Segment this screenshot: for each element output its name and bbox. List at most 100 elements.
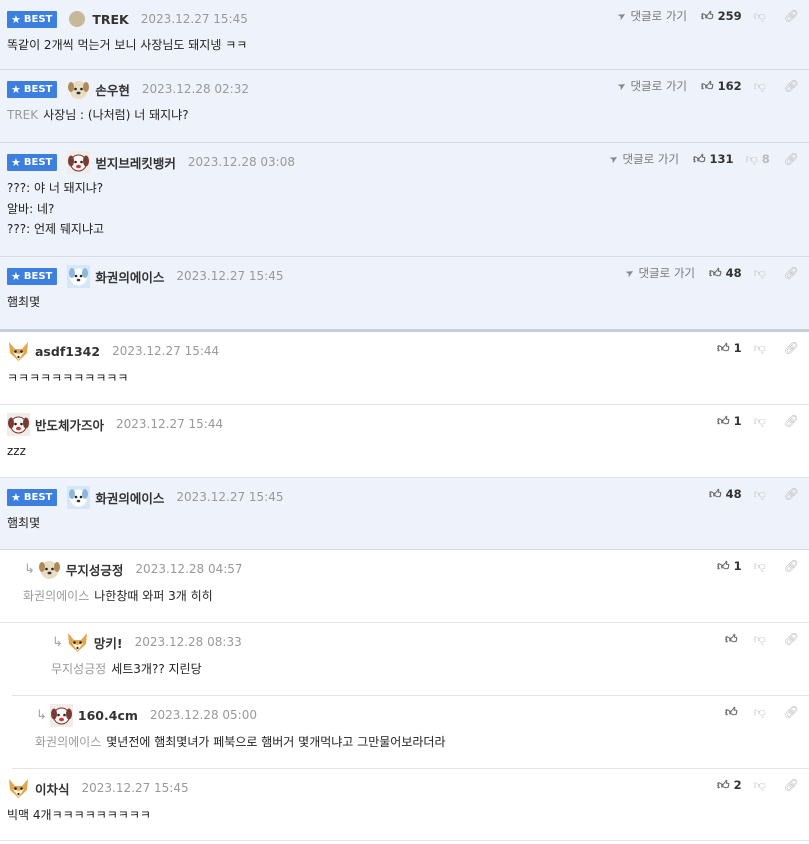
go-to-reply-link[interactable]: ➤ 댓글로 가기 [615, 8, 687, 24]
dislike-button[interactable]: 👎︎ [754, 79, 770, 94]
avatar[interactable] [67, 78, 90, 101]
author-nickname[interactable]: TREK [92, 12, 128, 27]
mention-tag[interactable]: 화권의에이스 [35, 735, 101, 749]
link-icon[interactable]: 🔗︎ [784, 9, 799, 23]
author-nickname[interactable]: 망키! [94, 633, 123, 652]
go-to-reply-link[interactable]: ➤ 댓글로 가기 [623, 265, 695, 281]
avatar[interactable] [69, 11, 86, 27]
mention-tag[interactable]: TREK [7, 108, 38, 122]
reply-item: ↳ 160.4cm 2023.12.28 05:00 👍︎ 👎︎ 🔗︎ 화권의에이스 몇년전에… [12, 696, 809, 769]
avatar[interactable] [49, 703, 73, 727]
like-count: 2 [733, 778, 742, 792]
comment-actions: 👍︎ 1 👎︎ 🔗︎ [717, 339, 799, 357]
comment-item: ★ BEST 화권의에이스 2023.12.27 15:45 ➤ 댓글로 가기 👍︎ 48 👎︎… [0, 257, 809, 332]
send-arrow-icon: ➤ [615, 79, 629, 93]
link-icon[interactable]: 🔗︎ [784, 414, 799, 428]
like-count: 48 [725, 487, 742, 501]
dislike-button[interactable]: 👎︎ [754, 341, 770, 356]
dislike-button[interactable]: 👎︎ [754, 632, 770, 647]
author-nickname[interactable]: 이차식 [35, 779, 70, 798]
link-icon[interactable]: 🔗︎ [784, 79, 799, 93]
author-nickname[interactable]: 벋지브레킷뱅커 [95, 153, 176, 172]
author-nickname[interactable]: 160.4cm [78, 708, 138, 723]
go-to-reply-link[interactable]: ➤ 댓글로 가기 [608, 151, 679, 167]
avatar[interactable] [67, 485, 91, 509]
dislike-button[interactable]: 👎︎ [754, 487, 770, 502]
comment-line: 똑같이 2개씩 먹는거 보니 사장님도 돼지넹 ㅋㅋ [7, 38, 248, 52]
avatar[interactable] [38, 558, 61, 581]
comment-actions: ➤ 댓글로 가기 👍︎ 162 👎︎ 🔗︎ [615, 77, 799, 95]
best-badge: ★ BEST [7, 267, 58, 285]
comment-item: ★ BEST 벋지브레킷뱅커 2023.12.28 03:08 ➤ 댓글로 가기 👍︎ 131… [0, 143, 809, 257]
like-button[interactable]: 👍︎ 259 [701, 9, 742, 24]
comment-line: 화권의에이스 몇년전에 햄최몇녀가 페북으로 햄버거 몇개먹냐고 그만물어보라더라 [35, 735, 446, 749]
comment-header: ★ BEST 손우현 2023.12.28 02:32 [7, 79, 249, 99]
like-button[interactable]: 👍︎ 1 [717, 559, 742, 574]
author-nickname[interactable]: 손우현 [95, 80, 130, 99]
comment-body: 똑같이 2개씩 먹는거 보니 사장님도 돼지넹 ㅋㅋ [7, 35, 247, 56]
like-button[interactable]: 👍︎ 1 [717, 414, 742, 429]
best-badge: ★ BEST [7, 488, 58, 506]
comment-line: 무지성긍정 세트3개?? 지린당 [51, 662, 202, 676]
author-nickname[interactable]: 화권의에이스 [95, 267, 164, 286]
avatar[interactable] [7, 340, 30, 363]
thumbs-down-icon: 👎︎ [745, 151, 758, 166]
avatar[interactable] [7, 777, 30, 800]
like-button[interactable]: 👍︎ [725, 632, 742, 647]
avatar[interactable] [67, 150, 91, 174]
comment-date: 2023.12.27 15:44 [116, 417, 224, 431]
star-icon: ★ [11, 155, 21, 169]
avatar[interactable] [67, 264, 91, 288]
comment-header: ↳ 160.4cm 2023.12.28 05:00 [36, 703, 257, 727]
like-button[interactable]: 👍︎ 2 [717, 778, 742, 793]
link-icon[interactable]: 🔗︎ [784, 152, 799, 166]
send-arrow-icon: ➤ [623, 266, 637, 280]
comment-body: 햄최몇 [7, 513, 40, 534]
comment-header: 이차식 2023.12.27 15:45 [7, 778, 189, 798]
dislike-button[interactable]: 👎︎ [754, 9, 770, 24]
avatar[interactable] [7, 412, 30, 436]
comment-body: 햄최몇 [7, 292, 40, 313]
like-button[interactable]: 👍︎ 48 [709, 487, 742, 502]
thumbs-down-icon: 👎︎ [753, 8, 766, 23]
go-to-reply-link[interactable]: ➤ 댓글로 가기 [615, 78, 687, 94]
reply-item: ↳ 무지성긍정 2023.12.28 04:57 👍︎ 1 👎︎ 🔗︎ 화권의에이스 나한창때 … [0, 550, 809, 623]
link-icon[interactable]: 🔗︎ [784, 341, 799, 355]
comment-actions: 👍︎ 2 👎︎ 🔗︎ [717, 776, 799, 794]
link-icon[interactable]: 🔗︎ [784, 559, 799, 573]
dislike-button[interactable]: 👎︎ [754, 414, 770, 429]
thumbs-up-icon: 👍︎ [717, 558, 730, 573]
best-badge: ★ BEST [7, 10, 58, 28]
mention-tag[interactable]: 무지성긍정 [51, 662, 106, 676]
dislike-button[interactable]: 👎︎ [754, 559, 770, 574]
author-nickname[interactable]: 화권의에이스 [95, 488, 164, 507]
like-count: 1 [733, 559, 742, 573]
dislike-button[interactable]: 👎︎ [754, 266, 770, 281]
send-arrow-icon: ➤ [615, 9, 629, 23]
link-icon[interactable]: 🔗︎ [784, 487, 799, 501]
link-icon[interactable]: 🔗︎ [784, 705, 799, 719]
link-icon[interactable]: 🔗︎ [784, 778, 799, 792]
link-icon[interactable]: 🔗︎ [784, 632, 799, 646]
avatar[interactable] [66, 631, 89, 654]
like-button[interactable]: 👍︎ 162 [701, 79, 742, 94]
dislike-button[interactable]: 👎︎ 8 [746, 152, 770, 167]
thumbs-down-icon: 👎︎ [753, 78, 766, 93]
author-nickname[interactable]: 무지성긍정 [66, 560, 124, 579]
like-button[interactable]: 👍︎ [725, 705, 742, 720]
dislike-button[interactable]: 👎︎ [754, 778, 770, 793]
comment-date: 2023.12.28 04:57 [135, 562, 243, 576]
author-nickname[interactable]: asdf1342 [35, 344, 100, 359]
link-icon[interactable]: 🔗︎ [784, 266, 799, 280]
comment-date: 2023.12.28 03:08 [187, 155, 295, 169]
mention-tag[interactable]: 화권의에이스 [23, 589, 89, 603]
like-button[interactable]: 👍︎ 1 [717, 341, 742, 356]
dislike-button[interactable]: 👎︎ [754, 705, 770, 720]
author-nickname[interactable]: 반도체가즈아 [35, 415, 104, 434]
like-button[interactable]: 👍︎ 48 [709, 266, 742, 281]
like-button[interactable]: 👍︎ 131 [693, 152, 734, 167]
comment-list: ★ BEST TREK 2023.12.27 15:45 ➤ 댓글로 가기 👍︎ 259 👎︎ 🔗… [0, 0, 809, 841]
thumbs-up-icon: 👍︎ [717, 413, 730, 428]
reply-arrow-icon: ↳ [24, 561, 35, 577]
like-count: 131 [709, 152, 734, 166]
